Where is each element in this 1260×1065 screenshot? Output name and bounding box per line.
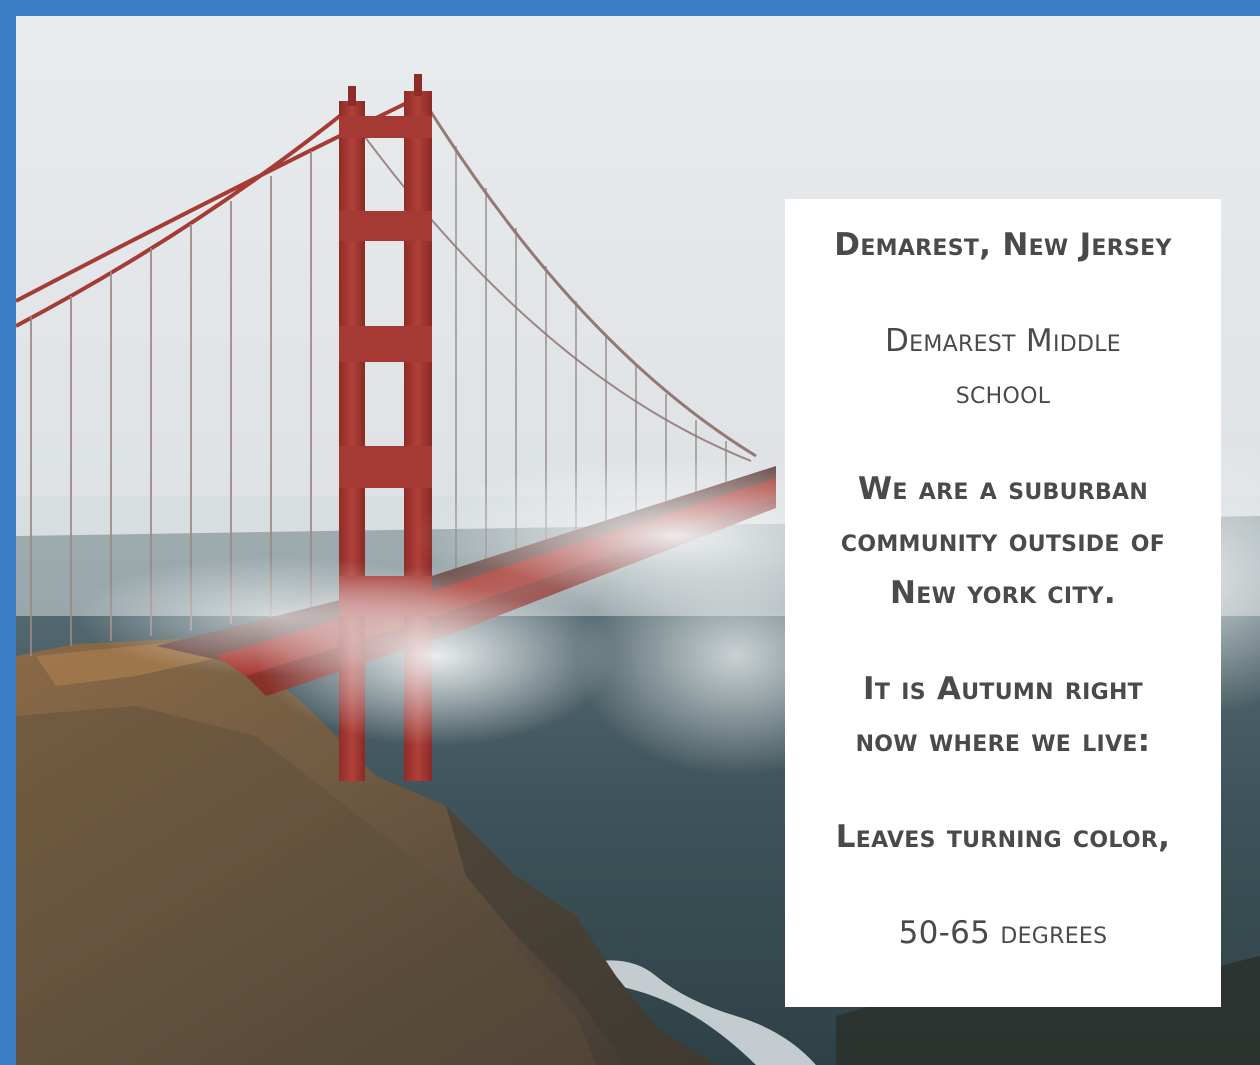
text-card: Demarest, New Jersey Demarest Middle sch… <box>785 199 1221 1007</box>
community-line-1: We are a suburban <box>857 471 1149 507</box>
location-title: Demarest, New Jersey <box>834 227 1172 263</box>
school-name-line-2: school <box>955 375 1051 411</box>
school-name-line-1: Demarest Middle <box>884 323 1122 359</box>
community-line-2: community outside of <box>840 523 1166 559</box>
leaves-line: Leaves turning color, <box>835 819 1171 855</box>
photo-frame: Demarest, New Jersey Demarest Middle sch… <box>16 16 1260 1065</box>
season-line-2: now where we live: <box>855 723 1151 759</box>
temperature-line: 50-65 degrees <box>898 915 1108 951</box>
season-line-1: It is Autumn right <box>863 671 1143 707</box>
community-line-3: New york city. <box>890 575 1116 611</box>
